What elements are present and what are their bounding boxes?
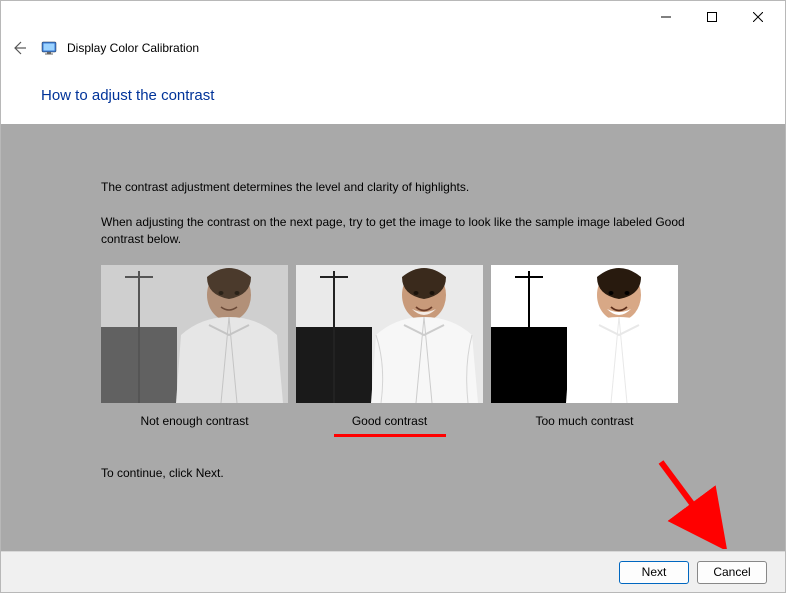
intro-paragraph-1: The contrast adjustment determines the l… (101, 179, 685, 196)
sample-low-contrast: Not enough contrast (101, 265, 288, 437)
sample-image-good (296, 265, 483, 403)
app-icon (41, 40, 57, 56)
caption-low: Not enough contrast (140, 413, 248, 430)
content-area: The contrast adjustment determines the l… (1, 124, 785, 592)
caption-high: Too much contrast (535, 413, 633, 430)
sample-images-row: Not enough contrast (101, 265, 685, 437)
maximize-button[interactable] (689, 2, 735, 32)
window-titlebar (1, 1, 785, 32)
good-underline-highlight (334, 434, 446, 437)
sample-image-high (491, 265, 678, 403)
next-button[interactable]: Next (619, 561, 689, 584)
sample-good-contrast: Good contrast (296, 265, 483, 437)
back-button[interactable] (7, 36, 31, 60)
footer-bar: Next Cancel (1, 551, 785, 592)
cancel-button[interactable]: Cancel (697, 561, 767, 584)
sample-image-low (101, 265, 288, 403)
intro-paragraph-2: When adjusting the contrast on the next … (101, 214, 685, 248)
app-title: Display Color Calibration (67, 41, 199, 55)
page-heading: How to adjust the contrast (1, 64, 785, 124)
sample-high-contrast: Too much contrast (491, 265, 678, 437)
minimize-button[interactable] (643, 2, 689, 32)
header-bar: Display Color Calibration (1, 32, 785, 64)
continue-instruction: To continue, click Next. (101, 465, 685, 482)
caption-good: Good contrast (352, 413, 427, 430)
close-button[interactable] (735, 2, 781, 32)
